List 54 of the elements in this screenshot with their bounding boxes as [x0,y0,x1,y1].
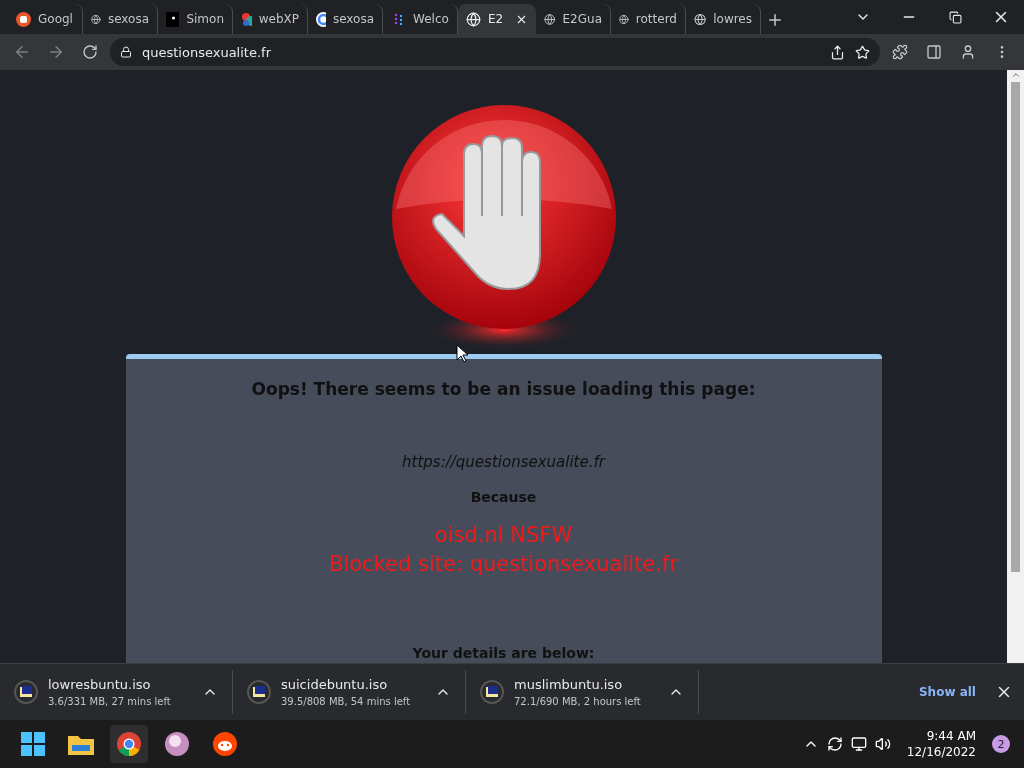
taskbar-app[interactable] [110,725,148,763]
chrome-icon [117,732,141,756]
bookmark-star-icon[interactable] [855,44,870,60]
reload-icon[interactable] [82,44,98,60]
clock[interactable]: 9:44 AM 12/16/2022 [906,729,976,759]
download-status: 72.1/690 MB, 2 hours left [514,696,642,707]
download-item[interactable]: suicidebuntu.iso 39.5/808 MB, 54 mins left [233,670,466,714]
globe-icon [694,11,707,27]
extensions-icon[interactable] [892,44,908,60]
cursor-icon [456,344,468,363]
reddit-icon [213,732,237,756]
details-heading: Your details are below: [412,645,595,661]
block-reason: Blocked site: questionsexualite.fr [329,551,678,578]
notification-badge[interactable]: 2 [992,735,1010,753]
sync-icon[interactable] [826,736,843,752]
file-name: muslimbuntu.iso [514,677,624,692]
app-icon [16,11,31,27]
iso-file-icon [14,680,38,704]
app-icon [166,11,180,27]
blocked-url: https://questionsexualite.fr [402,453,605,471]
folder-icon [68,733,94,755]
share-icon[interactable] [830,44,845,60]
google-icon [316,11,326,27]
browser-tab[interactable]: E2 [458,4,536,34]
network-icon[interactable] [850,736,867,752]
iso-file-icon [480,680,504,704]
new-tab-icon[interactable] [766,11,784,29]
side-panel-icon[interactable] [926,44,942,60]
profile-icon[interactable] [960,44,976,60]
globe-icon [544,11,556,27]
file-name: lowresbuntu.iso [48,677,152,692]
forward-icon[interactable] [47,43,65,61]
windows-icon [21,732,45,756]
lock-icon [120,46,132,58]
error-heading: Oops! There seems to be an issue loading this page: [251,379,756,399]
orb-icon [165,732,189,756]
address-bar[interactable]: questionsexualite.fr [110,38,880,66]
because-label: Because [470,489,537,505]
iso-file-icon [247,680,271,704]
download-status: 3.6/331 MB, 27 mins left [48,696,172,707]
volume-icon[interactable] [874,736,891,752]
block-reason: oisd.nl NSFW [434,522,573,549]
scroll-up-icon[interactable] [1010,70,1021,80]
download-item[interactable]: muslimbuntu.iso 72.1/690 MB, 2 hours left [466,670,699,714]
globe-icon [466,11,481,27]
file-name: suicidebuntu.iso [281,677,389,692]
scrollbar-thumb[interactable] [1011,82,1020,572]
restore-icon[interactable] [948,10,962,24]
back-icon[interactable] [13,43,31,61]
app-icon [241,11,252,27]
download-item[interactable]: lowresbuntu.iso 3.6/331 MB, 27 mins left [0,670,233,714]
show-all-link[interactable]: Show all [904,679,990,705]
url-text: questionsexualite.fr [142,44,272,60]
download-status: 39.5/808 MB, 54 mins left [281,696,412,707]
